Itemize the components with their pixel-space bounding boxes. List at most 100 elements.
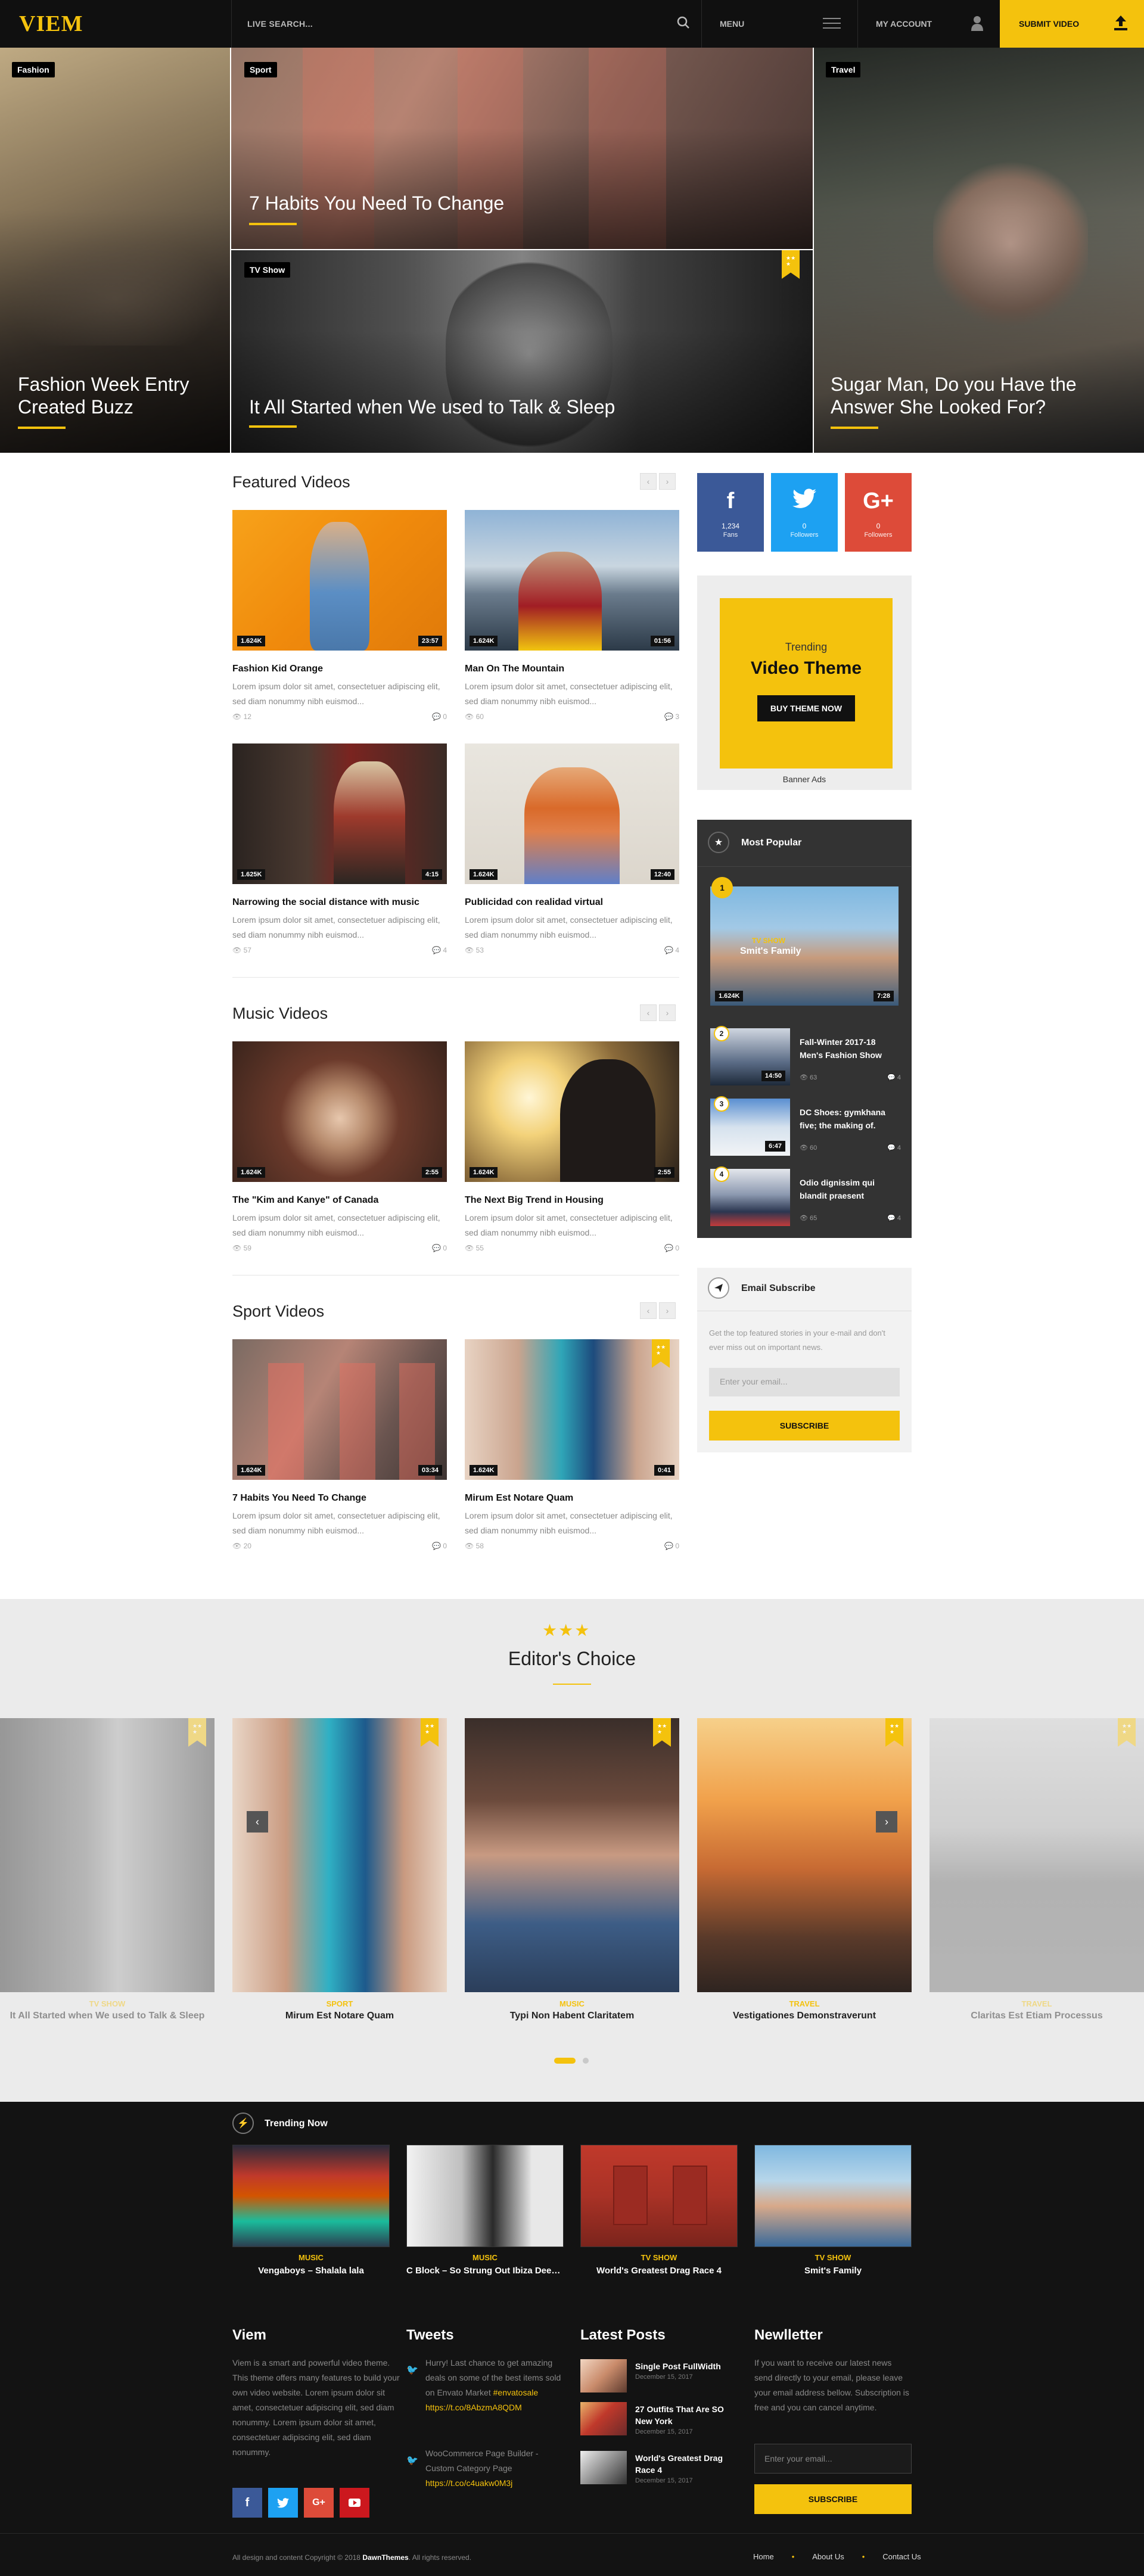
banner-ad[interactable]: Trending Video Theme BUY THEME NOW Banne… (697, 575, 912, 790)
editors-card[interactable]: ★★ ★ › TRAVEL Vestigationes Demonstraveru… (697, 1718, 912, 2021)
prev-arrow-icon[interactable]: ‹ (640, 473, 657, 490)
video-card[interactable]: 1.625K 4:15 Narrowing the social distanc… (232, 743, 447, 954)
trending-title[interactable]: World's Greatest Drag Race 4 (580, 2266, 738, 2276)
video-card[interactable]: ★★ ★ 1.624K 0:41 Mirum Est Notare Quam Lo… (465, 1339, 679, 1550)
video-card[interactable]: 1.624K 01:56 Man On The Mountain Lorem i… (465, 510, 679, 721)
video-title[interactable]: Mirum Est Notare Quam (465, 1493, 679, 1504)
editors-title[interactable]: Claritas Est Etiam Processus (930, 2011, 1144, 2021)
trending-thumbnail[interactable] (406, 2145, 564, 2247)
next-arrow-icon[interactable]: › (659, 473, 676, 490)
footer-link-about[interactable]: About Us (812, 2552, 844, 2561)
latest-post[interactable]: 27 Outfits That Are SO New York December… (580, 2402, 735, 2435)
footer-link-contact[interactable]: Contact Us (882, 2552, 921, 2561)
twitter-icon[interactable] (268, 2488, 298, 2518)
next-arrow-icon[interactable]: › (659, 1004, 676, 1021)
editors-category[interactable]: MUSIC (465, 1999, 679, 2008)
trending-card[interactable]: MUSIC C Block – So Strung Out Ibiza Deep… (406, 2145, 564, 2276)
post-thumbnail[interactable] (580, 2402, 627, 2435)
trending-title[interactable]: Smit's Family (754, 2266, 912, 2276)
next-arrow-icon[interactable]: › (659, 1302, 676, 1319)
hero-title[interactable]: Sugar Man, Do you Have the Answer She Lo… (831, 373, 1134, 418)
carousel-prev-arrow-icon[interactable]: ‹ (247, 1811, 268, 1833)
video-card[interactable]: 1.624K 23:57 Fashion Kid Orange Lorem ip… (232, 510, 447, 721)
editors-title[interactable]: Mirum Est Notare Quam (232, 2011, 447, 2021)
category-tag[interactable]: Travel (826, 62, 861, 77)
logo[interactable]: VIEM (19, 11, 83, 37)
popular-item[interactable]: 6:47 3 DC Shoes: gymkhana five; the maki… (710, 1096, 901, 1156)
video-thumbnail[interactable]: 1.625K 4:15 (232, 743, 447, 884)
video-title[interactable]: Man On The Mountain (465, 664, 679, 674)
video-card[interactable]: 1.624K 12:40 Publicidad con realidad vir… (465, 743, 679, 954)
video-title[interactable]: Fashion Kid Orange (232, 664, 447, 674)
editors-category[interactable]: TRAVEL (930, 1999, 1144, 2008)
editors-category[interactable]: TRAVEL (697, 1999, 912, 2008)
my-account-button[interactable]: MY ACCOUNT (858, 0, 1000, 48)
latest-post[interactable]: Single Post FullWidth December 15, 2017 (580, 2359, 735, 2393)
trending-category[interactable]: MUSIC (406, 2253, 564, 2262)
hero-sport[interactable]: Sport 7 Habits You Need To Change (231, 48, 813, 249)
editors-category[interactable]: TV SHOW (0, 1999, 214, 2008)
video-thumbnail[interactable]: 1.624K 2:55 (465, 1041, 679, 1182)
trending-category[interactable]: TV SHOW (580, 2253, 738, 2262)
category-tag[interactable]: Sport (244, 62, 277, 77)
latest-post[interactable]: World's Greatest Drag Race 4 December 15… (580, 2451, 735, 2484)
submit-video-button[interactable]: SUBMIT VIDEO (1000, 0, 1144, 48)
video-title[interactable]: Narrowing the social distance with music (232, 897, 447, 908)
editors-thumbnail[interactable]: ★★ ★ › (697, 1718, 912, 1992)
subscribe-email-input[interactable]: Enter your email... (709, 1368, 900, 1396)
facebook-icon[interactable]: f (232, 2488, 262, 2518)
popular-title[interactable]: DC Shoes: gymkhana five; the making of. (800, 1106, 901, 1132)
newsletter-subscribe-button[interactable]: SUBSCRIBE (754, 2484, 912, 2514)
editors-thumbnail[interactable]: ★★ ★ ‹ (232, 1718, 447, 1992)
editors-thumbnail[interactable]: ★★ ★ (930, 1718, 1144, 1992)
trending-title[interactable]: Vengaboys – Shalala lala (232, 2266, 390, 2276)
video-title[interactable]: The Next Big Trend in Housing (465, 1195, 679, 1206)
trending-card[interactable]: MUSIC Vengaboys – Shalala lala (232, 2145, 390, 2276)
copyright-brand[interactable]: DawnThemes (362, 2553, 408, 2562)
hero-title[interactable]: It All Started when We used to Talk & Sl… (249, 396, 726, 418)
video-thumbnail[interactable]: 1.624K 01:56 (465, 510, 679, 651)
popular-item[interactable]: 4 Odio dignissim qui blandit praesent 👁 … (710, 1166, 901, 1226)
trending-category[interactable]: MUSIC (232, 2253, 390, 2262)
post-title[interactable]: World's Greatest Drag Race 4 (635, 2452, 736, 2476)
prev-arrow-icon[interactable]: ‹ (640, 1004, 657, 1021)
hero-travel[interactable]: Travel Sugar Man, Do you Have the Answer… (814, 48, 1144, 453)
googleplus-icon[interactable]: G+ (304, 2488, 334, 2518)
editors-title[interactable]: It All Started when We used to Talk & Sl… (0, 2011, 214, 2021)
video-title[interactable]: Publicidad con realidad virtual (465, 897, 679, 908)
video-card[interactable]: 1.624K 2:55 The Next Big Trend in Housin… (465, 1041, 679, 1252)
prev-arrow-icon[interactable]: ‹ (640, 1302, 657, 1319)
popular-feature-title[interactable]: Smit's Family (740, 946, 801, 957)
subscribe-button[interactable]: SUBSCRIBE (709, 1411, 900, 1441)
video-thumbnail[interactable]: ★★ ★ 1.624K 0:41 (465, 1339, 679, 1480)
hero-title[interactable]: Fashion Week Entry Created Buzz (18, 373, 214, 418)
editors-card[interactable]: ★★ ★ TV SHOW It All Started when We used … (0, 1718, 214, 2021)
category-tag[interactable]: TV Show (244, 262, 291, 278)
video-thumbnail[interactable]: 1.624K 2:55 (232, 1041, 447, 1182)
search-icon[interactable] (676, 15, 691, 33)
youtube-icon[interactable] (340, 2488, 369, 2518)
hero-title[interactable]: 7 Habits You Need To Change (249, 192, 666, 214)
trending-card[interactable]: TV SHOW World's Greatest Drag Race 4 (580, 2145, 738, 2276)
tweet-link[interactable]: https://t.co/c4uakw0M3j (425, 2478, 512, 2488)
search-bar[interactable]: LIVE SEARCH... (231, 0, 702, 48)
trending-thumbnail[interactable] (754, 2145, 912, 2247)
video-thumbnail[interactable]: 1.624K 23:57 (232, 510, 447, 651)
carousel-dot[interactable] (583, 2058, 589, 2064)
trending-thumbnail[interactable] (580, 2145, 738, 2247)
video-title[interactable]: The "Kim and Kanye" of Canada (232, 1195, 447, 1206)
post-title[interactable]: 27 Outfits That Are SO New York (635, 2403, 736, 2427)
trending-title[interactable]: C Block – So Strung Out Ibiza Deep S... (406, 2266, 564, 2276)
video-card[interactable]: 1.624K 2:55 The "Kim and Kanye" of Canad… (232, 1041, 447, 1252)
search-input[interactable]: LIVE SEARCH... (247, 19, 313, 29)
editors-card[interactable]: ★★ ★ TRAVEL Claritas Est Etiam Processus (930, 1718, 1144, 2021)
post-thumbnail[interactable] (580, 2359, 627, 2393)
hero-tvshow[interactable]: ★★ ★ TV Show It All Started when We used … (231, 250, 813, 453)
trending-card[interactable]: TV SHOW Smit's Family (754, 2145, 912, 2276)
editors-card[interactable]: ★★ ★ MUSIC Typi Non Habent Claritatem (465, 1718, 679, 2021)
post-thumbnail[interactable] (580, 2451, 627, 2484)
popular-title[interactable]: Fall-Winter 2017-18 Men's Fashion Show (800, 1035, 901, 1062)
editors-category[interactable]: SPORT (232, 1999, 447, 2008)
editors-thumbnail[interactable]: ★★ ★ (0, 1718, 214, 1992)
video-thumbnail[interactable]: 1.624K 12:40 (465, 743, 679, 884)
